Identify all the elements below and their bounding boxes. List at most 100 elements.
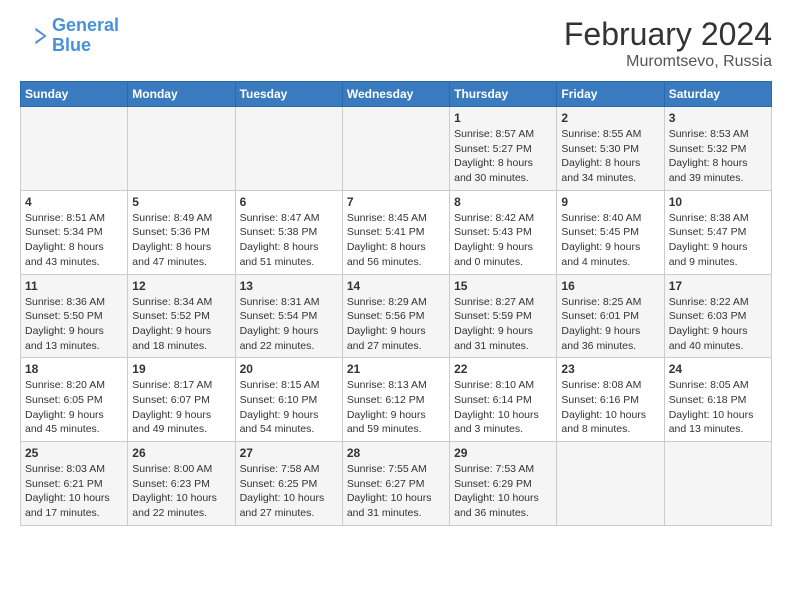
day-number: 16 (561, 279, 659, 293)
day-header-thursday: Thursday (450, 82, 557, 107)
day-header-wednesday: Wednesday (342, 82, 449, 107)
logo-icon (20, 22, 48, 50)
day-info: Sunrise: 8:49 AM Sunset: 5:36 PM Dayligh… (132, 211, 230, 270)
day-number: 18 (25, 362, 123, 376)
day-number: 24 (669, 362, 767, 376)
day-info: Sunrise: 8:00 AM Sunset: 6:23 PM Dayligh… (132, 462, 230, 521)
day-number: 17 (669, 279, 767, 293)
day-number: 29 (454, 446, 552, 460)
day-number: 4 (25, 195, 123, 209)
day-header-saturday: Saturday (664, 82, 771, 107)
day-number: 11 (25, 279, 123, 293)
day-info: Sunrise: 8:38 AM Sunset: 5:47 PM Dayligh… (669, 211, 767, 270)
calendar-cell: 16 Sunrise: 8:25 AM Sunset: 6:01 PM Dayli… (557, 274, 664, 358)
day-number: 9 (561, 195, 659, 209)
logo: General Blue (20, 16, 119, 56)
day-number: 3 (669, 111, 767, 125)
day-info: Sunrise: 7:58 AM Sunset: 6:25 PM Dayligh… (240, 462, 338, 521)
calendar-cell: 22Sunrise: 8:10 AM Sunset: 6:14 PM Dayli… (450, 358, 557, 442)
day-number: 7 (347, 195, 445, 209)
calendar-header-row: SundayMondayTuesdayWednesdayThursdayFrid… (21, 82, 772, 107)
day-info: Sunrise: 7:53 AM Sunset: 6:29 PM Dayligh… (454, 462, 552, 521)
day-info: Sunrise: 8:15 AM Sunset: 6:10 PM Dayligh… (240, 378, 338, 437)
logo-text: General Blue (52, 16, 119, 56)
calendar-cell: 10 Sunrise: 8:38 AM Sunset: 5:47 PM Dayli… (664, 190, 771, 274)
day-info: Sunrise: 7:55 AM Sunset: 6:27 PM Dayligh… (347, 462, 445, 521)
calendar-cell: 19 Sunrise: 8:17 AM Sunset: 6:07 PM Dayli… (128, 358, 235, 442)
day-number: 2 (561, 111, 659, 125)
day-header-tuesday: Tuesday (235, 82, 342, 107)
day-number: 25 (25, 446, 123, 460)
day-info: Sunrise: 8:53 AM Sunset: 5:32 PM Dayligh… (669, 127, 767, 186)
calendar-cell: 8 Sunrise: 8:42 AM Sunset: 5:43 PM Daylig… (450, 190, 557, 274)
calendar-week-row: 11 Sunrise: 8:36 AM Sunset: 5:50 PM Dayli… (21, 274, 772, 358)
day-info: Sunrise: 8:31 AM Sunset: 5:54 PM Dayligh… (240, 295, 338, 354)
calendar-cell: 29 Sunrise: 7:53 AM Sunset: 6:29 PM Dayli… (450, 442, 557, 526)
day-number: 14 (347, 279, 445, 293)
day-info: Sunrise: 8:51 AM Sunset: 5:34 PM Dayligh… (25, 211, 123, 270)
page-header: General Blue February 2024 Muromtsevo, R… (20, 16, 772, 71)
calendar-cell: 26Sunrise: 8:00 AM Sunset: 6:23 PM Dayli… (128, 442, 235, 526)
calendar-cell (128, 107, 235, 191)
day-header-friday: Friday (557, 82, 664, 107)
calendar-cell: 23 Sunrise: 8:08 AM Sunset: 6:16 PM Dayli… (557, 358, 664, 442)
day-info: Sunrise: 8:40 AM Sunset: 5:45 PM Dayligh… (561, 211, 659, 270)
day-info: Sunrise: 8:45 AM Sunset: 5:41 PM Dayligh… (347, 211, 445, 270)
day-number: 23 (561, 362, 659, 376)
day-number: 28 (347, 446, 445, 460)
day-number: 1 (454, 111, 552, 125)
day-info: Sunrise: 8:22 AM Sunset: 6:03 PM Dayligh… (669, 295, 767, 354)
day-info: Sunrise: 8:20 AM Sunset: 6:05 PM Dayligh… (25, 378, 123, 437)
day-number: 6 (240, 195, 338, 209)
calendar-cell: 12 Sunrise: 8:34 AM Sunset: 5:52 PM Dayli… (128, 274, 235, 358)
day-info: Sunrise: 8:08 AM Sunset: 6:16 PM Dayligh… (561, 378, 659, 437)
calendar-table: SundayMondayTuesdayWednesdayThursdayFrid… (20, 81, 772, 526)
calendar-cell: 13 Sunrise: 8:31 AM Sunset: 5:54 PM Dayli… (235, 274, 342, 358)
calendar-cell: 9 Sunrise: 8:40 AM Sunset: 5:45 PM Daylig… (557, 190, 664, 274)
day-header-sunday: Sunday (21, 82, 128, 107)
calendar-week-row: 25 Sunrise: 8:03 AM Sunset: 6:21 PM Dayli… (21, 442, 772, 526)
day-info: Sunrise: 8:36 AM Sunset: 5:50 PM Dayligh… (25, 295, 123, 354)
calendar-cell (235, 107, 342, 191)
calendar-cell (21, 107, 128, 191)
day-number: 12 (132, 279, 230, 293)
calendar-cell: 25 Sunrise: 8:03 AM Sunset: 6:21 PM Dayli… (21, 442, 128, 526)
day-number: 20 (240, 362, 338, 376)
day-number: 13 (240, 279, 338, 293)
calendar-cell: 5Sunrise: 8:49 AM Sunset: 5:36 PM Daylig… (128, 190, 235, 274)
day-info: Sunrise: 8:55 AM Sunset: 5:30 PM Dayligh… (561, 127, 659, 186)
day-info: Sunrise: 8:27 AM Sunset: 5:59 PM Dayligh… (454, 295, 552, 354)
page-subtitle: Muromtsevo, Russia (564, 53, 772, 71)
day-info: Sunrise: 8:13 AM Sunset: 6:12 PM Dayligh… (347, 378, 445, 437)
calendar-cell: 7 Sunrise: 8:45 AM Sunset: 5:41 PM Daylig… (342, 190, 449, 274)
day-info: Sunrise: 8:05 AM Sunset: 6:18 PM Dayligh… (669, 378, 767, 437)
day-info: Sunrise: 8:03 AM Sunset: 6:21 PM Dayligh… (25, 462, 123, 521)
day-number: 10 (669, 195, 767, 209)
calendar-cell (664, 442, 771, 526)
day-number: 8 (454, 195, 552, 209)
calendar-cell: 11 Sunrise: 8:36 AM Sunset: 5:50 PM Dayli… (21, 274, 128, 358)
day-info: Sunrise: 8:57 AM Sunset: 5:27 PM Dayligh… (454, 127, 552, 186)
calendar-week-row: 4 Sunrise: 8:51 AM Sunset: 5:34 PM Daylig… (21, 190, 772, 274)
calendar-cell: 15 Sunrise: 8:27 AM Sunset: 5:59 PM Dayli… (450, 274, 557, 358)
day-info: Sunrise: 8:42 AM Sunset: 5:43 PM Dayligh… (454, 211, 552, 270)
calendar-cell: 4 Sunrise: 8:51 AM Sunset: 5:34 PM Daylig… (21, 190, 128, 274)
day-info: Sunrise: 8:25 AM Sunset: 6:01 PM Dayligh… (561, 295, 659, 354)
day-number: 21 (347, 362, 445, 376)
calendar-cell: 20 Sunrise: 8:15 AM Sunset: 6:10 PM Dayli… (235, 358, 342, 442)
day-number: 19 (132, 362, 230, 376)
calendar-cell: 17 Sunrise: 8:22 AM Sunset: 6:03 PM Dayli… (664, 274, 771, 358)
day-info: Sunrise: 8:34 AM Sunset: 5:52 PM Dayligh… (132, 295, 230, 354)
calendar-cell: 2 Sunrise: 8:55 AM Sunset: 5:30 PM Daylig… (557, 107, 664, 191)
day-info: Sunrise: 8:17 AM Sunset: 6:07 PM Dayligh… (132, 378, 230, 437)
day-number: 27 (240, 446, 338, 460)
day-header-monday: Monday (128, 82, 235, 107)
calendar-cell: 3 Sunrise: 8:53 AM Sunset: 5:32 PM Daylig… (664, 107, 771, 191)
calendar-cell (557, 442, 664, 526)
title-block: February 2024 Muromtsevo, Russia (564, 16, 772, 71)
calendar-cell: 14Sunrise: 8:29 AM Sunset: 5:56 PM Dayli… (342, 274, 449, 358)
day-number: 22 (454, 362, 552, 376)
page-title: February 2024 (564, 16, 772, 53)
day-info: Sunrise: 8:47 AM Sunset: 5:38 PM Dayligh… (240, 211, 338, 270)
day-number: 15 (454, 279, 552, 293)
